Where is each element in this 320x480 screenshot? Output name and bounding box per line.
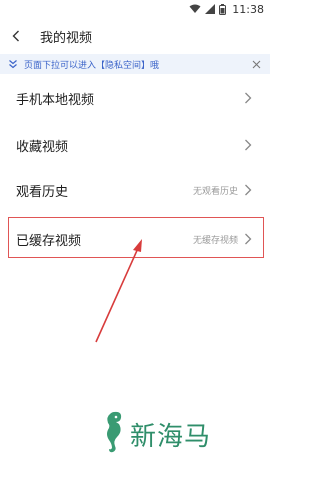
menu-item-local-videos[interactable]: 手机本地视频	[0, 74, 270, 122]
double-chevron-down-icon	[8, 59, 20, 69]
close-icon[interactable]	[250, 58, 262, 70]
menu-item-label: 收藏视频	[16, 139, 69, 155]
back-icon	[12, 27, 20, 46]
menu-item-favorite-videos[interactable]: 收藏视频	[0, 121, 270, 169]
watermark: 新海马	[100, 408, 211, 460]
wifi-icon	[189, 4, 201, 14]
menu-item-label: 观看历史	[16, 184, 69, 200]
menu-item-value: 无观看历史	[192, 186, 238, 197]
privacy-notice-bar[interactable]: 页面下拉可以进入【隐私空间】哦	[0, 54, 270, 74]
highlight-box	[8, 217, 264, 258]
status-time: 11:38	[232, 2, 264, 16]
menu-item-label: 手机本地视频	[16, 92, 95, 108]
page-title: 我的视频	[40, 30, 93, 46]
menu-item-watch-history[interactable]: 观看历史 无观看历史	[0, 166, 270, 214]
back-button[interactable]	[2, 20, 30, 52]
watermark-text: 新海马	[130, 421, 212, 452]
seahorse-logo-icon	[100, 409, 126, 459]
notice-text: 页面下拉可以进入【隐私空间】哦	[24, 60, 160, 71]
battery-icon	[219, 3, 227, 15]
signal-icon	[205, 4, 216, 14]
chevron-right-icon	[244, 91, 254, 105]
chevron-right-icon	[244, 138, 254, 152]
chevron-right-icon	[244, 183, 254, 197]
status-bar: 11:38	[0, 0, 270, 18]
top-bar: 我的视频	[0, 20, 270, 52]
